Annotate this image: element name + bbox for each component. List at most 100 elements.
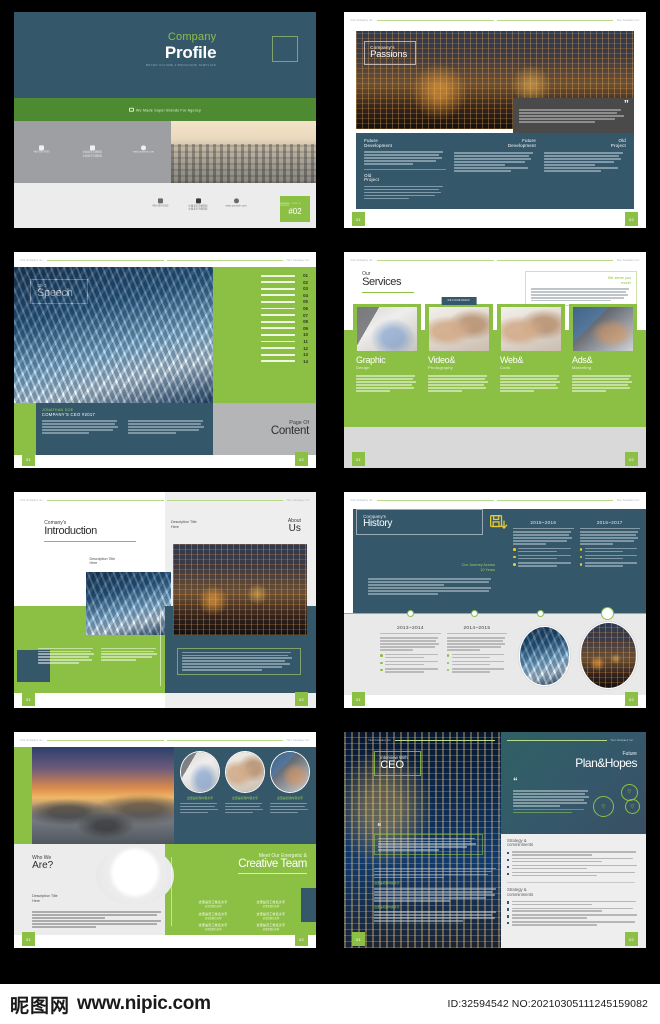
team-member-role: 这里是职位名称	[262, 916, 280, 920]
header-company-left: Your Company Inc.	[20, 258, 44, 262]
toc-label	[261, 360, 295, 363]
toc-row[interactable]: 10	[213, 332, 308, 337]
toc-row[interactable]: 02	[213, 280, 308, 285]
toc-row[interactable]: 04	[213, 293, 308, 298]
history-period-top-2: 2016~2017	[579, 520, 640, 567]
service-card-web[interactable]: Web& Cods	[497, 303, 565, 427]
cover-issue-badge: BRAND VOL 2 ISSUE #02	[280, 196, 310, 222]
page-passions: Your Company Inc. Your Company Inc. Comp…	[344, 12, 646, 228]
spread-history[interactable]: Your Company Inc. Your Company Inc. Comp…	[330, 480, 660, 720]
toc-row[interactable]: 06	[213, 306, 308, 311]
team-member[interactable]: 这里是员工姓名文字 这里是职位名称	[189, 923, 237, 931]
toc-row[interactable]: 12	[213, 346, 308, 351]
toc-row[interactable]: 08	[213, 319, 308, 324]
team-member[interactable]: 这里是员工姓名文字 这里是职位名称	[189, 900, 237, 908]
spread-passions[interactable]: Your Company Inc. Your Company Inc. Comp…	[330, 0, 660, 240]
passions-column: Old Project	[543, 138, 626, 203]
spread-team[interactable]: Your Company Inc. Your Company Inc. 这里是标…	[0, 720, 330, 960]
services-recommended-ribbon: RECOMENDED!	[441, 296, 477, 305]
team-feature[interactable]: 这里是标题内容文字	[180, 751, 221, 814]
plan-badge-group: ▽ ▽ ▽	[531, 783, 640, 823]
toc-row[interactable]: 11	[213, 339, 308, 344]
team-member-column: 这里是员工姓名文字 这里是职位名称 这里是员工姓名文字 这里是职位名称 这里是员工姓…	[247, 900, 295, 935]
interview-subhead: 这里是标题内容文字	[374, 904, 400, 909]
toc-number: 11	[303, 339, 308, 345]
toc-number: 05	[303, 299, 308, 305]
page-number-right: 02	[625, 692, 638, 706]
page-number-left: 01	[22, 452, 35, 466]
toc-row[interactable]: 01	[213, 273, 308, 278]
team-feature[interactable]: 这里是标题内容文字	[225, 751, 265, 814]
toc-row[interactable]: 14	[213, 359, 308, 364]
services-underline	[362, 292, 415, 294]
service-card-ads[interactable]: Ads& Marketing	[569, 303, 637, 427]
service-card-image	[501, 306, 561, 352]
toc-number: 10	[303, 332, 308, 338]
header-company-left: Your Company Inc.	[20, 498, 44, 502]
send-badge-icon: ▽	[624, 799, 640, 815]
services-note: We serve you more!	[525, 271, 637, 307]
strategy-section: Strategy & comminments	[507, 886, 641, 926]
spread-cover[interactable]: Company Profile BRAND VOLUME 2 BROCHURE …	[0, 0, 330, 240]
toc-row[interactable]: 09	[213, 326, 308, 331]
spread-ceo-speech[interactable]: Your Company Inc. Your Company Inc. CEO …	[0, 240, 330, 480]
toc-label	[261, 353, 295, 356]
cover-info-item: www.yoursite.com	[124, 145, 164, 155]
team-member[interactable]: 这里是员工姓名文字 这里是职位名称	[189, 912, 237, 920]
site-logo-url: www.nipic.com	[77, 993, 211, 1014]
footer-id-text: ID:32594542 NO:20210305111245159082	[447, 998, 648, 1010]
quote-mark-icon: “	[377, 821, 382, 831]
team-member[interactable]: 这里是员工姓名文字 这里是职位名称	[247, 923, 295, 931]
toc-row[interactable]: 05	[213, 299, 308, 304]
spread-ceo-interview[interactable]: Your Company Inc. Interview With CEO “ 这…	[330, 720, 660, 960]
team-member[interactable]: 这里是员工姓名文字 这里是职位名称	[247, 912, 295, 920]
spread-services[interactable]: Your Company Inc. Your Company Inc. Our …	[330, 240, 660, 480]
service-card-title: Web&	[500, 355, 524, 366]
header-rule	[496, 19, 614, 21]
page-number-right: 02	[625, 452, 638, 466]
team-member-column: 这里是员工姓名文字 这里是职位名称 这里是员工姓名文字 这里是职位名称 这里是员工姓…	[189, 900, 237, 935]
toc-row[interactable]: 13	[213, 352, 308, 357]
header-rule	[376, 19, 494, 21]
page-number-left: 01	[352, 932, 365, 946]
bullet-square-icon	[507, 901, 510, 904]
speech-bio: JONATHAN DOE COMPANY'S CEO #2017	[36, 403, 213, 455]
history-period-top-1: 2015~2016	[513, 520, 574, 567]
services-footer-panel	[344, 426, 646, 468]
strategy-row	[507, 914, 641, 919]
history-bullet	[446, 660, 507, 666]
service-card-graphic[interactable]: Graphic Design	[353, 303, 422, 427]
passions-title-box: Company's Passions	[364, 41, 417, 65]
header-company-left: Your Company Inc.	[368, 738, 392, 742]
spread-introduction[interactable]: Your Company Inc. Your Company Inc. Coma…	[0, 480, 330, 720]
bullet-square-icon	[507, 851, 510, 855]
interview-title-box: Interview With CEO	[374, 751, 421, 777]
team-navy-chip	[300, 887, 316, 923]
toc-row[interactable]: 03	[213, 286, 308, 291]
toc-number: 03	[303, 286, 308, 292]
team-feature[interactable]: 这里是标题内容文字	[270, 751, 310, 814]
cover-title-main: Profile	[164, 42, 217, 62]
history-journey-label: Our Journey Across 10 Years	[461, 563, 495, 572]
speech-photo: CEO Speech	[14, 267, 214, 404]
page-services: Your Company Inc. Your Company Inc. Our …	[344, 252, 646, 468]
service-card-video[interactable]: RECOMENDED! Video& Photography	[425, 296, 494, 427]
toc-label	[261, 307, 295, 310]
strategy-title: Strategy & comminments	[507, 886, 534, 897]
cover-info-line: 中国北京市朝阳区	[82, 155, 103, 158]
interview-column: 这里是标题内容文字 这里是标题内容文字	[374, 868, 501, 927]
toc-panel: 01 02 03 04 05 06 07 08 09 10 11 12 13 1…	[213, 267, 316, 404]
toc-row[interactable]: 07	[213, 313, 308, 318]
team-member-role: 这里是职位名称	[262, 928, 280, 932]
header-rule	[376, 499, 494, 501]
strategy-row	[507, 921, 641, 926]
page-number-left: 01	[352, 452, 365, 466]
strategy-row	[507, 864, 641, 870]
toc-number: 08	[303, 319, 308, 325]
interview-subhead: 这里是标题内容文字	[374, 881, 400, 886]
bullet-square-icon	[507, 922, 510, 925]
intro-caption-left: Description Title Here	[89, 556, 116, 566]
cover-info-item: 中国北京市朝阳区 中国北京市朝阳区	[73, 145, 113, 158]
service-card-image	[357, 306, 418, 352]
team-member[interactable]: 这里是员工姓名文字 这里是职位名称	[247, 900, 295, 908]
